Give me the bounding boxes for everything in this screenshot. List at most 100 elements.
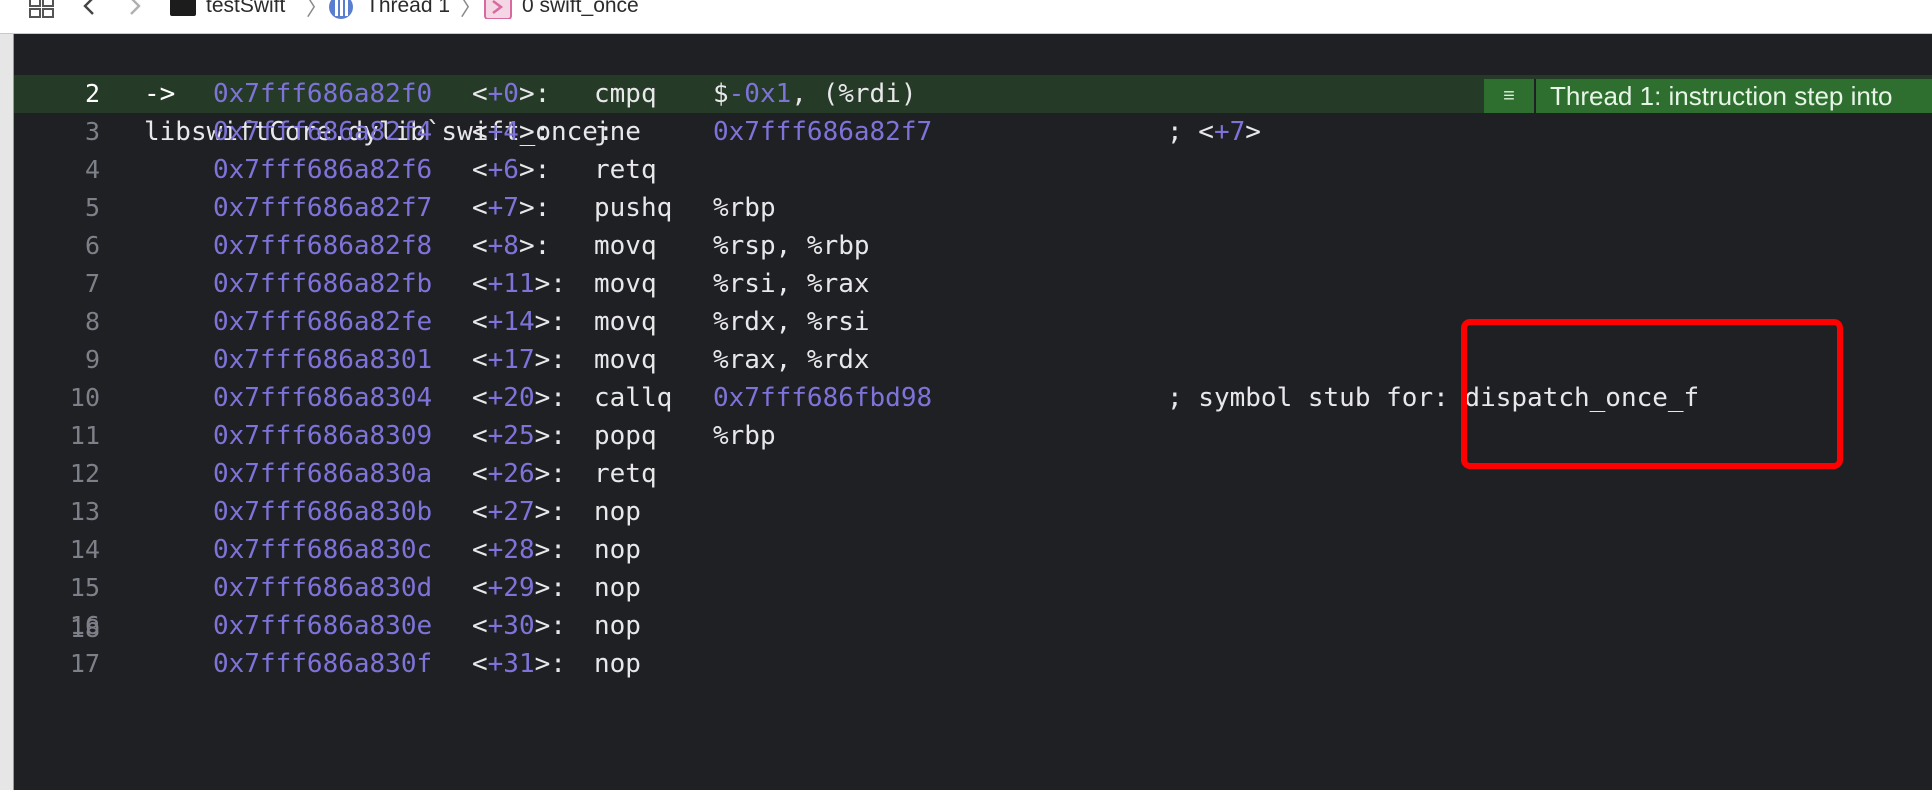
breadcrumb-project-label: testSwift: [206, 0, 286, 17]
instruction-offset: <+26>:: [472, 459, 566, 489]
instruction-operands: %rsi, %rax: [713, 265, 870, 303]
breadcrumb-project[interactable]: testSwift: [170, 0, 285, 20]
instruction-offset: <+30>:: [472, 611, 566, 641]
instruction-address: 0x7fff686a8304: [213, 383, 433, 413]
offset-value: +17: [487, 345, 535, 375]
instruction-line[interactable]: 14 0x7fff686a830c <+28>: nop: [14, 531, 1932, 569]
instruction-mnemonic: popq: [594, 421, 657, 451]
offset-value: +11: [487, 269, 535, 299]
instruction-mnemonic: movq: [594, 269, 657, 299]
stack-frame-icon: [484, 0, 512, 19]
offset-value: +31: [487, 649, 535, 679]
instruction-mnemonic: cmpq: [594, 79, 657, 109]
back-button[interactable]: [82, 0, 96, 20]
grid-icon: [29, 0, 54, 18]
instruction-offset: <+31>:: [472, 649, 566, 679]
offset-value: +28: [487, 535, 535, 565]
line-number: 2: [84, 79, 100, 108]
related-items-button[interactable]: [28, 0, 56, 20]
instruction-mnemonic: retq: [594, 459, 657, 489]
instruction-line[interactable]: 16 0x7fff686a830e <+30>: nop: [14, 607, 1932, 645]
instruction-comment: ; <+7>: [1167, 117, 1261, 147]
code-line: 1 libswiftCore.dylib`swift_once:: [14, 37, 1932, 147]
instruction-address: 0x7fff686a8301: [213, 345, 433, 375]
instruction-line[interactable]: 17 0x7fff686a830f <+31>: nop: [14, 645, 1932, 683]
operand-text: %rbp: [713, 193, 776, 223]
instruction-address: 0x7fff686a82f8: [213, 231, 433, 261]
breadcrumb-frame[interactable]: 0 swift_once: [484, 0, 639, 20]
operand-text: $: [713, 79, 729, 109]
instruction-address: 0x7fff686a82f0: [213, 79, 433, 109]
instruction-address: 0x7fff686a830a: [213, 459, 433, 489]
instruction-operands: %rsp, %rbp: [713, 227, 870, 265]
breadcrumb-thread[interactable]: Thread 1: [326, 0, 450, 20]
instruction-address: 0x7fff686a82f4: [213, 117, 433, 147]
chevron-right-icon: [130, 0, 141, 15]
line-number: 10: [69, 383, 100, 412]
offset-value: +6: [487, 155, 519, 185]
instruction-mnemonic: movq: [594, 345, 657, 375]
breadcrumb-thread-label: Thread 1: [366, 0, 451, 17]
instruction-offset: <+25>:: [472, 421, 566, 451]
operand-text: , (%rdi): [791, 79, 917, 109]
line-number: 12: [69, 459, 100, 488]
instruction-address: 0x7fff686a8309: [213, 421, 433, 451]
instruction-mnemonic: callq: [594, 383, 673, 413]
pc-arrow: ->: [144, 79, 176, 109]
instruction-line[interactable]: 4 0x7fff686a82f6 <+6>: retq: [14, 151, 1932, 189]
breadcrumb-frame-label: 0 swift_once: [522, 0, 639, 17]
operand-value: 0x7fff686a82f7: [713, 117, 933, 147]
instruction-mnemonic: nop: [594, 497, 641, 527]
comment-offset: +7: [1213, 117, 1246, 147]
line-number: 13: [69, 497, 100, 526]
instruction-address: 0x7fff686a830f: [213, 649, 433, 679]
line-number: 4: [84, 155, 100, 184]
offset-value: +25: [487, 421, 535, 451]
line-number: 5: [84, 193, 100, 222]
instruction-line[interactable]: 5 0x7fff686a82f7 <+7>: pushq %rbp: [14, 189, 1932, 227]
instruction-mnemonic: retq: [594, 155, 657, 185]
terminal-app-icon: [170, 0, 196, 16]
list-icon: ≡: [1484, 79, 1536, 113]
instruction-offset: <+20>:: [472, 383, 566, 413]
instruction-offset: <+17>:: [472, 345, 566, 375]
instruction-line[interactable]: 6 0x7fff686a82f8 <+8>: movq %rsp, %rbp: [14, 227, 1932, 265]
forward-button[interactable]: [128, 0, 142, 20]
line-number: 18: [69, 614, 100, 643]
breadcrumb-separator: 〉: [460, 0, 483, 20]
line-number: 14: [69, 535, 100, 564]
thread-status-text: Thread 1: instruction step into: [1550, 80, 1893, 111]
instruction-line[interactable]: 13 0x7fff686a830b <+27>: nop: [14, 493, 1932, 531]
instruction-mnemonic: nop: [594, 535, 641, 565]
instruction-offset: <+4>:: [472, 117, 551, 147]
instruction-address: 0x7fff686a830e: [213, 611, 433, 641]
line-number: 8: [84, 307, 100, 336]
thread-status-banner[interactable]: ≡ Thread 1: instruction step into: [1484, 79, 1932, 113]
line-number: 6: [84, 231, 100, 260]
instruction-offset: <+0>:: [472, 79, 551, 109]
instruction-operands: 0x7fff686a82f7: [713, 113, 932, 151]
instruction-line[interactable]: 3 0x7fff686a82f4 <+4>: jne 0x7fff686a82f7 ; <…: [14, 113, 1932, 151]
operand-value: -0x1: [728, 79, 792, 109]
operand-text: %rsi, %rax: [713, 269, 870, 299]
instruction-offset: <+14>:: [472, 307, 566, 337]
instruction-address: 0x7fff686a82f7: [213, 193, 433, 223]
instruction-line[interactable]: 7 0x7fff686a82fb <+11>: movq %rsi, %rax: [14, 265, 1932, 303]
instruction-mnemonic: movq: [594, 307, 657, 337]
offset-value: +4: [487, 117, 519, 147]
offset-value: +30: [487, 611, 535, 641]
instruction-address: 0x7fff686a830c: [213, 535, 433, 565]
operand-text: %rsp, %rbp: [713, 231, 870, 261]
line-number: 9: [84, 345, 100, 374]
code-line: 18: [14, 572, 1932, 643]
line-number: 11: [69, 421, 100, 450]
operand-text: %rdx, %rsi: [713, 307, 870, 337]
offset-value: +7: [487, 193, 519, 223]
instruction-operands: %rax, %rdx: [713, 341, 870, 379]
instruction-offset: <+8>:: [472, 231, 551, 261]
offset-value: +14: [487, 307, 535, 337]
line-number: 7: [84, 269, 100, 298]
instruction-offset: <+11>:: [472, 269, 566, 299]
instruction-offset: <+28>:: [472, 535, 566, 565]
jump-bar: testSwift 〉 Thread 1 〉 0 swift_once: [0, 0, 1932, 34]
